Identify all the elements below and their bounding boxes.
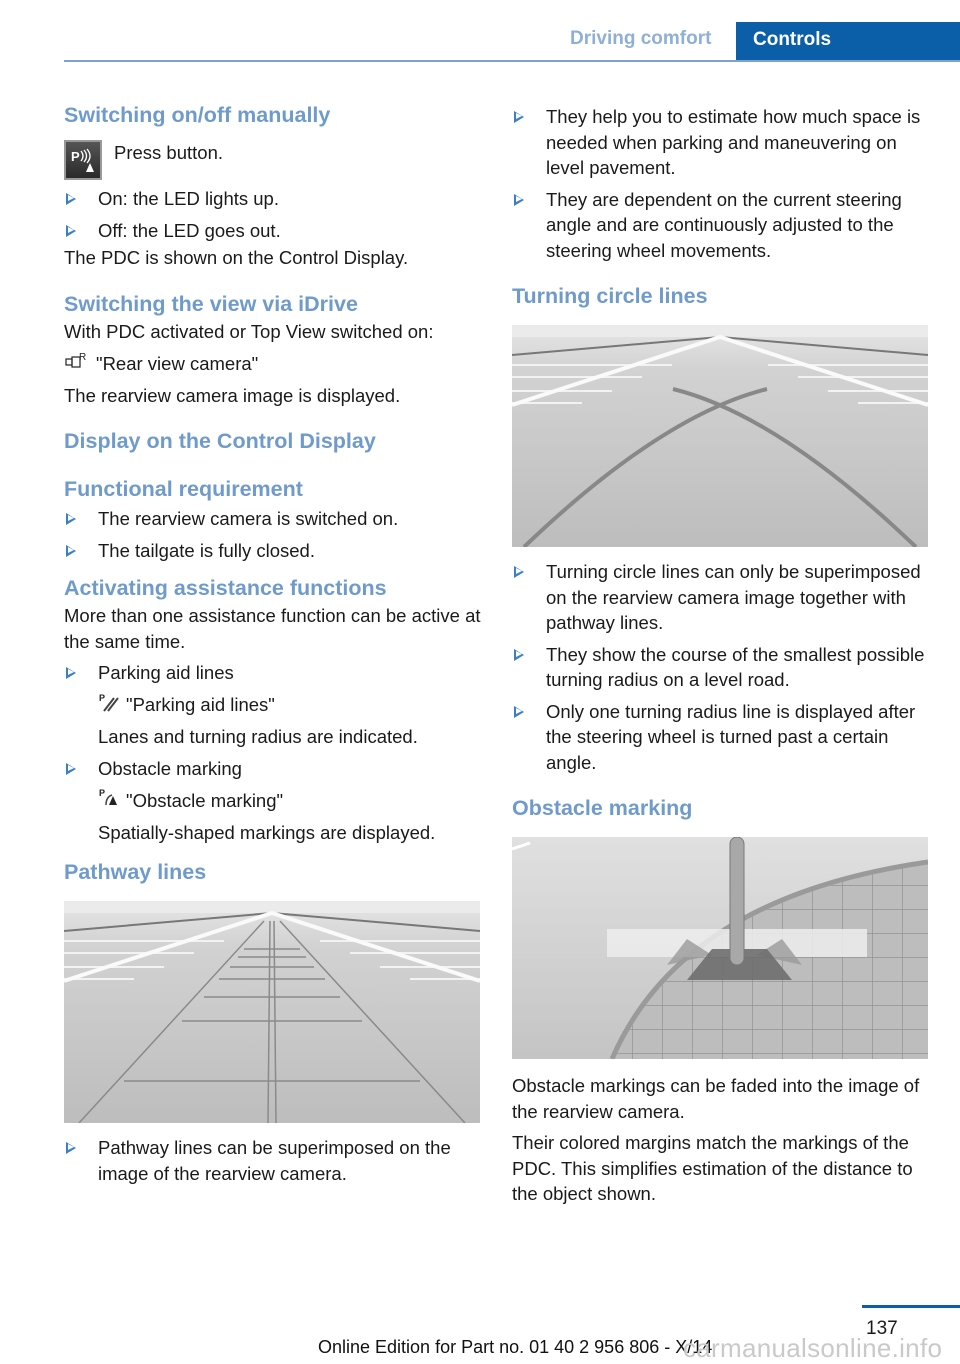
list-item: They show the course of the smallest pos… — [512, 642, 930, 693]
triangle-bullet-icon — [66, 1142, 76, 1154]
rearview-result: The rearview camera image is displayed. — [64, 384, 401, 406]
press-button-text: Press button. — [114, 142, 224, 163]
pathway-list: Pathway lines can be superimposed on the… — [64, 1135, 482, 1186]
list-item: Obstacle marking P "Obstacle marking" Sp… — [64, 756, 482, 846]
assistance-intro: More than one assistance function can be… — [64, 605, 481, 652]
watermark: carmanualsonline.info — [683, 1333, 943, 1363]
heading-obstacle-marking: Obstacle marking — [512, 796, 693, 820]
list-item: Pathway lines can be superimposed on the… — [64, 1135, 482, 1186]
pathway-detail-list: They help you to estimate how much space… — [512, 104, 930, 263]
list-item: Only one turning radius line is displaye… — [512, 699, 930, 776]
obstacle-paragraph-2: Their colored margins match the markings… — [512, 1132, 913, 1204]
list-item: Parking aid lines P "Parking aid lines" … — [64, 660, 482, 750]
list-item: The tailgate is fully closed. — [64, 538, 482, 564]
heading-pathway-lines: Pathway lines — [64, 860, 207, 884]
turning-circle-list: Turning circle lines can only be superim… — [512, 559, 930, 775]
heading-switching-on-off: Switching on/off manually — [64, 103, 331, 127]
triangle-bullet-icon — [514, 648, 524, 661]
parking-aid-lines-icon: P — [98, 692, 120, 719]
turning-circle-lines-illustration — [512, 325, 928, 547]
svg-text:R: R — [79, 352, 86, 363]
obstacle-marking-icon: P — [98, 787, 120, 814]
heading-functional-requirement: Functional requirement — [64, 477, 303, 501]
triangle-bullet-icon — [514, 705, 524, 718]
footer-divider — [862, 1305, 960, 1308]
list-item: They help you to estimate how much space… — [512, 104, 930, 181]
heading-display: Display on the Control Display — [64, 429, 376, 453]
press-button-row: P Press button. — [64, 140, 482, 180]
right-column: They help you to estimate how much space… — [512, 100, 930, 1207]
pdc-button-icon: P — [64, 140, 102, 180]
triangle-bullet-icon — [66, 544, 76, 557]
heading-switching-view: Switching the view via iDrive — [64, 291, 358, 316]
edition-footer: Online Edition for Part no. 01 40 2 956 … — [318, 1337, 713, 1357]
list-item: Off: the LED goes out. — [64, 218, 482, 244]
obstacle-marking-illustration — [512, 837, 928, 1059]
requirement-list: The rearview camera is switched on. The … — [64, 506, 482, 563]
idrive-intro: With PDC activated or Top View switched … — [64, 320, 434, 342]
rear-view-camera-menu-item: R "Rear view camera" — [64, 350, 482, 377]
pdc-note: The PDC is shown on the Control Display. — [64, 247, 409, 268]
svg-text:P: P — [71, 149, 80, 164]
pathway-lines-illustration — [64, 901, 480, 1123]
left-column: Switching on/off manually P Press button… — [64, 100, 482, 1192]
list-item: The rearview camera is switched on. — [64, 506, 482, 532]
header-chapter-tab: Controls — [736, 22, 960, 62]
header-divider — [64, 60, 960, 62]
obstacle-paragraph-1: Obstacle markings can be faded into the … — [512, 1075, 920, 1122]
triangle-bullet-icon — [66, 762, 76, 775]
triangle-bullet-icon — [66, 667, 76, 679]
list-item: Turning circle lines can only be superim… — [512, 559, 930, 636]
triangle-bullet-icon — [514, 193, 524, 206]
list-item: On: the LED lights up. — [64, 186, 482, 212]
svg-text:P: P — [99, 788, 105, 798]
rear-view-camera-icon: R — [64, 350, 90, 377]
assistance-list: Parking aid lines P "Parking aid lines" … — [64, 660, 482, 845]
triangle-bullet-icon — [66, 513, 76, 525]
led-list: On: the LED lights up. Off: the LED goes… — [64, 186, 482, 243]
triangle-bullet-icon — [66, 224, 76, 237]
triangle-bullet-icon — [66, 193, 76, 205]
heading-turning-circle: Turning circle lines — [512, 284, 708, 308]
svg-text:P: P — [99, 693, 105, 703]
list-item: They are dependent on the current steeri… — [512, 187, 930, 264]
heading-activating-assistance: Activating assistance functions — [64, 576, 387, 600]
triangle-bullet-icon — [514, 566, 524, 578]
triangle-bullet-icon — [514, 111, 524, 123]
header-section-label: Driving comfort — [570, 28, 712, 49]
